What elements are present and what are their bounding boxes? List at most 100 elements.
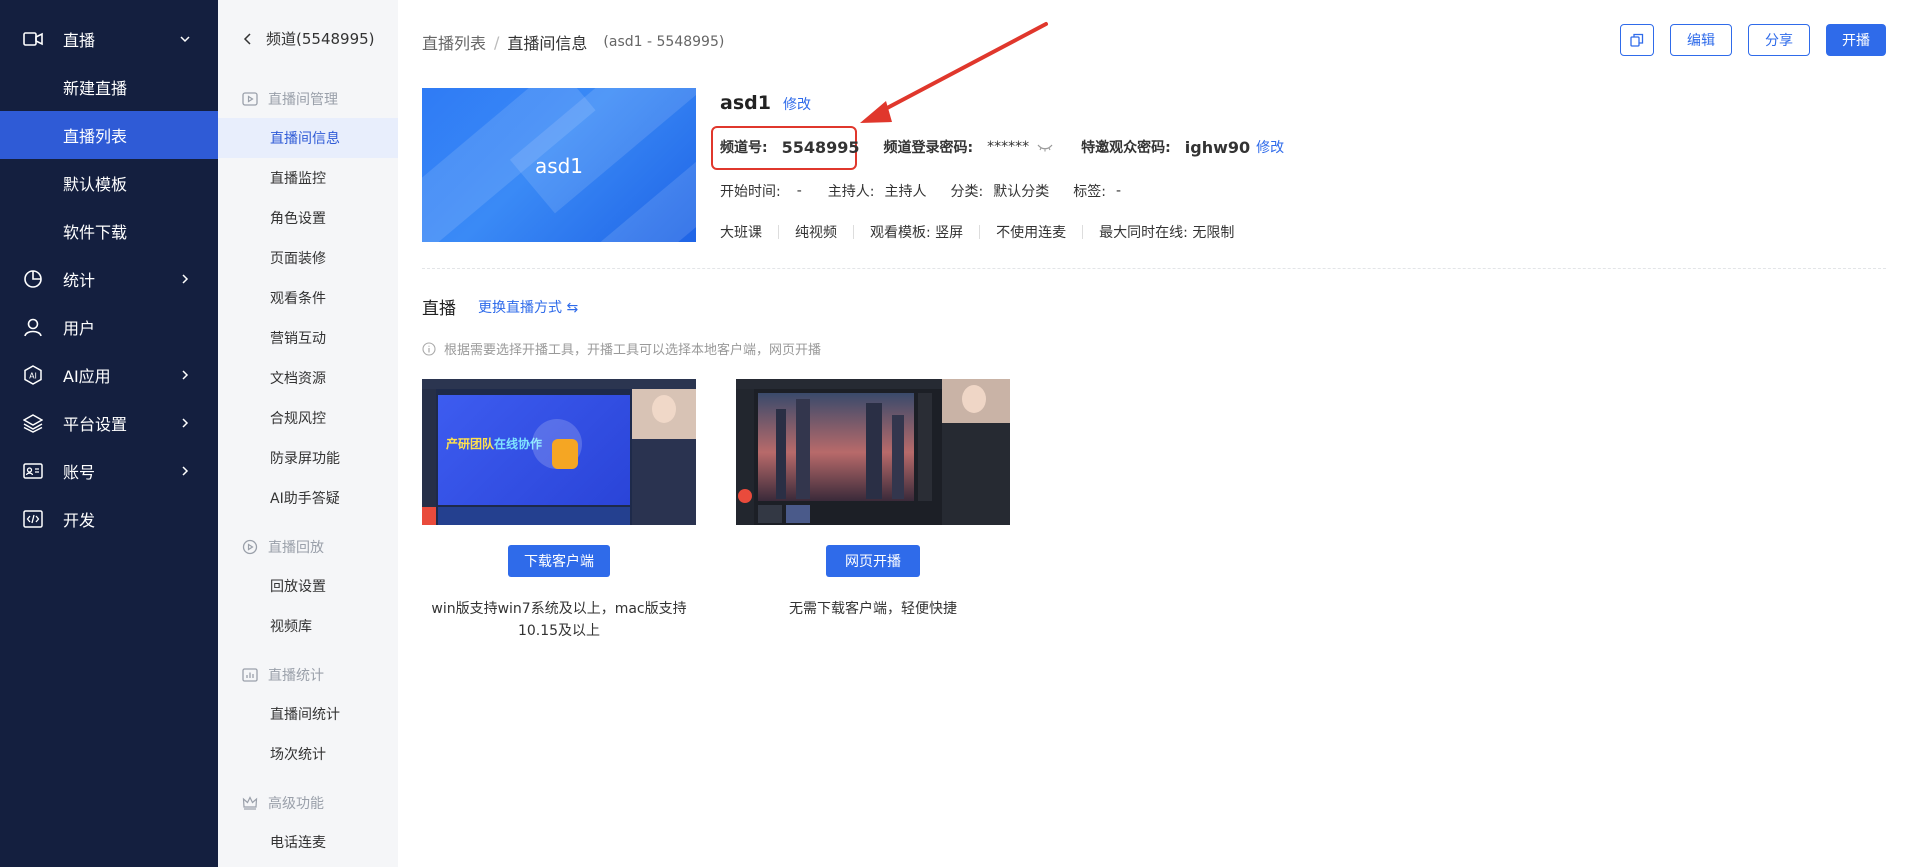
divider: [853, 225, 854, 239]
side-item-label: 合规风控: [270, 411, 326, 427]
breadcrumb-live-list[interactable]: 直播列表: [422, 30, 486, 54]
client-desc-line-2: 10.15及以上: [517, 623, 601, 639]
nav-item-stats[interactable]: 统计: [0, 255, 218, 303]
nav-item-account[interactable]: 账号: [0, 447, 218, 495]
side-item-label: 防录屏功能: [270, 451, 340, 467]
side-item-watch-conditions[interactable]: 观看条件: [218, 278, 398, 318]
breadcrumb: 直播列表 / 直播间信息 (asd1 - 5548995): [422, 30, 724, 54]
copy-button[interactable]: [1620, 24, 1654, 56]
nav-item-label: 统计: [63, 271, 96, 290]
group-advanced: 高级功能: [242, 793, 324, 813]
chevron-right-icon: [182, 466, 189, 476]
user-icon: [22, 316, 44, 338]
max-online-value: 最大同时在线: 无限制: [1099, 225, 1235, 241]
side-item-marketing[interactable]: 营销互动: [218, 318, 398, 358]
side-item-documents[interactable]: 文档资源: [218, 358, 398, 398]
side-item-monitor[interactable]: 直播监控: [218, 158, 398, 198]
nav-item-platform-settings[interactable]: 平台设置: [0, 399, 218, 447]
web-preview-image: [736, 379, 1010, 525]
side-item-label: 场次统计: [270, 747, 326, 763]
side-item-phone-mic[interactable]: 电话连麦: [218, 822, 398, 862]
side-item-replay-settings[interactable]: 回放设置: [218, 566, 398, 606]
divider: [778, 225, 779, 239]
channel-id-label: 频道号:: [720, 140, 768, 156]
modify-guest-password-link[interactable]: 修改: [1256, 137, 1284, 157]
cover-text: asd1: [534, 154, 584, 178]
nav-sub-default-template[interactable]: 默认模板: [0, 159, 218, 207]
start-time-value: -: [796, 183, 802, 199]
group-label: 直播统计: [268, 668, 324, 684]
bar-chart-icon: [242, 668, 258, 682]
side-item-label: 回放设置: [270, 579, 326, 595]
side-item-compliance[interactable]: 合规风控: [218, 398, 398, 438]
pie-chart-icon: [22, 268, 44, 290]
group-label: 直播间管理: [268, 92, 338, 108]
host-label: 主持人:: [827, 184, 875, 200]
side-item-roles[interactable]: 角色设置: [218, 198, 398, 238]
side-item-page-decor[interactable]: 页面装修: [218, 238, 398, 278]
side-item-video-library[interactable]: 视频库: [218, 606, 398, 646]
live-tip: 根据需要选择开播工具，开播工具可以选择本地客户端，网页开播: [422, 339, 821, 358]
switch-live-mode-link[interactable]: 更换直播方式 ⇆: [478, 297, 578, 317]
channel-cover: asd1: [422, 88, 696, 242]
channel-id-value: 5548995: [781, 137, 860, 157]
nav-item-ai[interactable]: AI AI应用: [0, 351, 218, 399]
section-divider: [422, 268, 1886, 269]
channel-meta: 开始时间: - 主持人: 主持人 分类: 默认分类 标签: -: [720, 181, 1121, 201]
eye-closed-icon[interactable]: [1037, 142, 1053, 152]
side-item-anti-record[interactable]: 防录屏功能: [218, 438, 398, 478]
nav-item-develop[interactable]: 开发: [0, 495, 218, 543]
group-room-management: 直播间管理: [242, 89, 338, 109]
code-icon: [22, 508, 44, 530]
nav-item-label: 账号: [63, 463, 96, 482]
nav-sub-live-list[interactable]: 直播列表: [0, 111, 218, 159]
layers-icon: [22, 412, 44, 434]
nav-item-label: 直播: [63, 31, 96, 50]
group-label: 高级功能: [268, 796, 324, 812]
svg-text:AI: AI: [29, 372, 37, 381]
nav-sub-label: 软件下载: [63, 223, 128, 242]
side-item-ai-assistant[interactable]: AI助手答疑: [218, 478, 398, 518]
preview-slogan-main: 产研团队: [446, 437, 495, 451]
chevron-right-icon: [182, 274, 189, 284]
side-item-room-info[interactable]: 直播间信息: [218, 118, 398, 158]
nav-sub-software-download[interactable]: 软件下载: [0, 207, 218, 255]
channel-credentials: 频道号: 5548995 频道登录密码: ****** 特邀观众密码: ighw…: [720, 137, 1284, 157]
side-item-label: 营销互动: [270, 331, 326, 347]
category-label: 分类:: [950, 184, 984, 200]
start-time-label: 开始时间:: [720, 184, 781, 200]
side-item-label: AI助手答疑: [270, 491, 340, 507]
side-item-label: 视频库: [270, 619, 312, 635]
divider: [1082, 225, 1084, 239]
edit-button[interactable]: 编辑: [1670, 24, 1732, 56]
guest-password-label: 特邀观众密码:: [1081, 140, 1171, 156]
main-nav: 直播 新建直播 直播列表 默认模板 软件下载 统计 用户 AI AI应用 平台设…: [0, 0, 218, 867]
play-square-icon: [242, 92, 258, 106]
side-item-room-stats[interactable]: 直播间统计: [218, 694, 398, 734]
login-password-value: ******: [987, 139, 1030, 155]
copy-icon: [1630, 33, 1644, 47]
nav-item-users[interactable]: 用户: [0, 303, 218, 351]
group-label: 直播回放: [268, 540, 324, 556]
breadcrumb-current: 直播间信息: [507, 34, 588, 53]
back-label: 频道(5548995): [266, 30, 375, 48]
ai-icon: AI: [22, 364, 44, 386]
start-live-button[interactable]: 开播: [1826, 24, 1886, 56]
share-button[interactable]: 分享: [1748, 24, 1810, 56]
nav-item-label: 用户: [63, 319, 96, 338]
client-description: win版支持win7系统及以上，mac版支持 10.15及以上: [422, 598, 696, 642]
login-password-label: 频道登录密码:: [883, 140, 974, 156]
side-item-label: 直播间统计: [270, 707, 340, 723]
download-client-button[interactable]: 下载客户端: [508, 545, 610, 577]
nav-item-label: AI应用: [63, 367, 111, 386]
nav-item-live[interactable]: 直播: [0, 15, 218, 63]
web-live-button[interactable]: 网页开播: [826, 545, 920, 577]
modify-name-link[interactable]: 修改: [783, 97, 811, 113]
crown-icon: [242, 796, 258, 810]
nav-sub-new-live[interactable]: 新建直播: [0, 63, 218, 111]
channel-sidebar: 频道(5548995) 直播间管理 直播间信息 直播监控 角色设置 页面装修 观…: [218, 0, 398, 867]
info-icon: [422, 341, 436, 356]
scene-value: 大班课: [720, 225, 762, 241]
back-to-channel[interactable]: 频道(5548995): [242, 28, 375, 49]
side-item-session-stats[interactable]: 场次统计: [218, 734, 398, 774]
